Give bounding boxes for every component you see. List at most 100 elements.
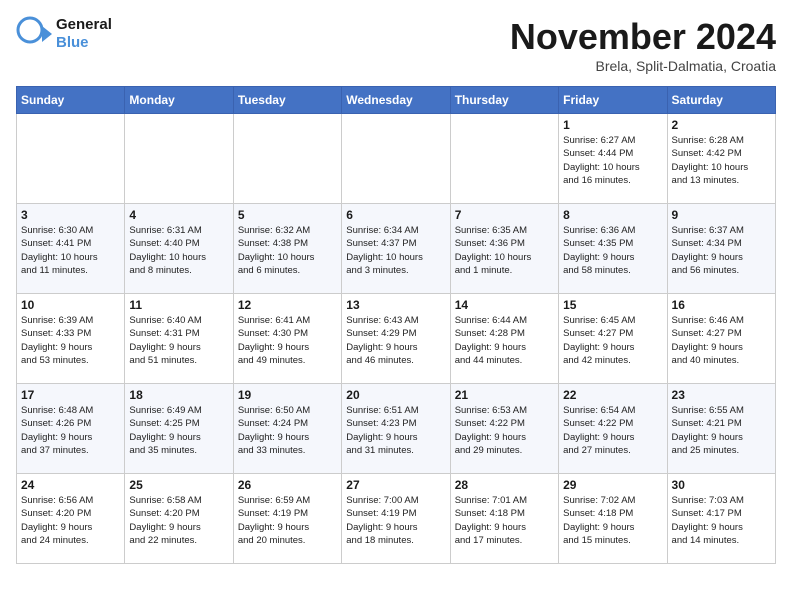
logo-graphic — [16, 16, 52, 52]
day-info: Sunrise: 6:27 AM Sunset: 4:44 PM Dayligh… — [563, 134, 662, 187]
calendar-cell: 12Sunrise: 6:41 AM Sunset: 4:30 PM Dayli… — [233, 294, 341, 384]
calendar-cell — [233, 114, 341, 204]
calendar-cell: 9 Sunrise: 6:37 AM Sunset: 4:34 PM Daylig… — [667, 204, 775, 294]
column-header-monday: Monday — [125, 87, 233, 114]
day-info: Sunrise: 6:36 AM Sunset: 4:35 PM Dayligh… — [563, 224, 662, 277]
day-info: Sunrise: 6:41 AM Sunset: 4:30 PM Dayligh… — [238, 314, 337, 367]
calendar-cell: 26 Sunrise: 6:59 AM Sunset: 4:19 PM Dayli… — [233, 474, 341, 564]
calendar-cell: 11Sunrise: 6:40 AM Sunset: 4:31 PM Dayli… — [125, 294, 233, 384]
column-header-friday: Friday — [559, 87, 667, 114]
calendar-cell: 1Sunrise: 6:27 AM Sunset: 4:44 PM Daylig… — [559, 114, 667, 204]
day-info: Sunrise: 6:28 AM Sunset: 4:42 PM Dayligh… — [672, 134, 771, 187]
day-info: Sunrise: 6:49 AM Sunset: 4:25 PM Dayligh… — [129, 404, 228, 457]
day-number: 11 — [129, 298, 228, 312]
calendar-week-row: 1Sunrise: 6:27 AM Sunset: 4:44 PM Daylig… — [17, 114, 776, 204]
day-number: 17 — [21, 388, 120, 402]
day-number: 9 — [672, 208, 771, 222]
day-number: 30 — [672, 478, 771, 492]
day-info: Sunrise: 6:43 AM Sunset: 4:29 PM Dayligh… — [346, 314, 445, 367]
day-info: Sunrise: 6:50 AM Sunset: 4:24 PM Dayligh… — [238, 404, 337, 457]
calendar-cell: 23 Sunrise: 6:55 AM Sunset: 4:21 PM Dayli… — [667, 384, 775, 474]
calendar-week-row: 24Sunrise: 6:56 AM Sunset: 4:20 PM Dayli… — [17, 474, 776, 564]
day-info: Sunrise: 6:46 AM Sunset: 4:27 PM Dayligh… — [672, 314, 771, 367]
month-title: November 2024 — [510, 16, 776, 58]
calendar-cell: 7 Sunrise: 6:35 AM Sunset: 4:36 PM Daylig… — [450, 204, 558, 294]
day-number: 22 — [563, 388, 662, 402]
logo-text-blue: Blue — [56, 34, 112, 52]
day-number: 10 — [21, 298, 120, 312]
day-info: Sunrise: 6:39 AM Sunset: 4:33 PM Dayligh… — [21, 314, 120, 367]
logo: General Blue — [16, 16, 112, 52]
calendar-cell: 13 Sunrise: 6:43 AM Sunset: 4:29 PM Dayli… — [342, 294, 450, 384]
day-number: 20 — [346, 388, 445, 402]
day-number: 16 — [672, 298, 771, 312]
day-info: Sunrise: 6:32 AM Sunset: 4:38 PM Dayligh… — [238, 224, 337, 277]
day-number: 25 — [129, 478, 228, 492]
location-subtitle: Brela, Split-Dalmatia, Croatia — [510, 58, 776, 74]
column-header-saturday: Saturday — [667, 87, 775, 114]
column-header-wednesday: Wednesday — [342, 87, 450, 114]
day-info: Sunrise: 6:55 AM Sunset: 4:21 PM Dayligh… — [672, 404, 771, 457]
day-number: 27 — [346, 478, 445, 492]
calendar-cell: 14Sunrise: 6:44 AM Sunset: 4:28 PM Dayli… — [450, 294, 558, 384]
day-info: Sunrise: 7:00 AM Sunset: 4:19 PM Dayligh… — [346, 494, 445, 547]
day-info: Sunrise: 6:45 AM Sunset: 4:27 PM Dayligh… — [563, 314, 662, 367]
calendar-cell: 25Sunrise: 6:58 AM Sunset: 4:20 PM Dayli… — [125, 474, 233, 564]
logo-text-general: General — [56, 16, 112, 34]
calendar-week-row: 17 Sunrise: 6:48 AM Sunset: 4:26 PM Dayli… — [17, 384, 776, 474]
day-number: 8 — [563, 208, 662, 222]
column-header-tuesday: Tuesday — [233, 87, 341, 114]
day-info: Sunrise: 6:56 AM Sunset: 4:20 PM Dayligh… — [21, 494, 120, 547]
day-number: 18 — [129, 388, 228, 402]
day-info: Sunrise: 6:59 AM Sunset: 4:19 PM Dayligh… — [238, 494, 337, 547]
calendar-cell: 21 Sunrise: 6:53 AM Sunset: 4:22 PM Dayli… — [450, 384, 558, 474]
day-number: 4 — [129, 208, 228, 222]
calendar-cell: 3 Sunrise: 6:30 AM Sunset: 4:41 PM Daylig… — [17, 204, 125, 294]
calendar-cell: 18 Sunrise: 6:49 AM Sunset: 4:25 PM Dayli… — [125, 384, 233, 474]
calendar-cell — [342, 114, 450, 204]
calendar-header-row: SundayMondayTuesdayWednesdayThursdayFrid… — [17, 87, 776, 114]
calendar-cell: 8 Sunrise: 6:36 AM Sunset: 4:35 PM Daylig… — [559, 204, 667, 294]
calendar-cell — [17, 114, 125, 204]
calendar-week-row: 10 Sunrise: 6:39 AM Sunset: 4:33 PM Dayli… — [17, 294, 776, 384]
day-number: 3 — [21, 208, 120, 222]
day-number: 23 — [672, 388, 771, 402]
calendar-cell: 15 Sunrise: 6:45 AM Sunset: 4:27 PM Dayli… — [559, 294, 667, 384]
day-info: Sunrise: 6:51 AM Sunset: 4:23 PM Dayligh… — [346, 404, 445, 457]
calendar-cell: 20 Sunrise: 6:51 AM Sunset: 4:23 PM Dayli… — [342, 384, 450, 474]
logo-container: General Blue — [16, 16, 112, 52]
day-info: Sunrise: 7:01 AM Sunset: 4:18 PM Dayligh… — [455, 494, 554, 547]
calendar-cell: 5Sunrise: 6:32 AM Sunset: 4:38 PM Daylig… — [233, 204, 341, 294]
calendar-cell: 22 Sunrise: 6:54 AM Sunset: 4:22 PM Dayli… — [559, 384, 667, 474]
day-info: Sunrise: 6:30 AM Sunset: 4:41 PM Dayligh… — [21, 224, 120, 277]
calendar-cell: 28 Sunrise: 7:01 AM Sunset: 4:18 PM Dayli… — [450, 474, 558, 564]
day-info: Sunrise: 6:53 AM Sunset: 4:22 PM Dayligh… — [455, 404, 554, 457]
calendar-cell: 6Sunrise: 6:34 AM Sunset: 4:37 PM Daylig… — [342, 204, 450, 294]
calendar-week-row: 3 Sunrise: 6:30 AM Sunset: 4:41 PM Daylig… — [17, 204, 776, 294]
page-header: General Blue November 2024 Brela, Split-… — [16, 16, 776, 74]
calendar-cell: 16 Sunrise: 6:46 AM Sunset: 4:27 PM Dayli… — [667, 294, 775, 384]
day-info: Sunrise: 6:37 AM Sunset: 4:34 PM Dayligh… — [672, 224, 771, 277]
day-number: 29 — [563, 478, 662, 492]
day-number: 13 — [346, 298, 445, 312]
calendar-cell: 10 Sunrise: 6:39 AM Sunset: 4:33 PM Dayli… — [17, 294, 125, 384]
calendar-cell — [125, 114, 233, 204]
day-number: 21 — [455, 388, 554, 402]
day-info: Sunrise: 6:31 AM Sunset: 4:40 PM Dayligh… — [129, 224, 228, 277]
day-info: Sunrise: 6:48 AM Sunset: 4:26 PM Dayligh… — [21, 404, 120, 457]
calendar-cell: 24Sunrise: 6:56 AM Sunset: 4:20 PM Dayli… — [17, 474, 125, 564]
day-info: Sunrise: 6:34 AM Sunset: 4:37 PM Dayligh… — [346, 224, 445, 277]
day-info: Sunrise: 6:35 AM Sunset: 4:36 PM Dayligh… — [455, 224, 554, 277]
day-info: Sunrise: 6:44 AM Sunset: 4:28 PM Dayligh… — [455, 314, 554, 367]
day-number: 15 — [563, 298, 662, 312]
day-number: 26 — [238, 478, 337, 492]
day-info: Sunrise: 6:54 AM Sunset: 4:22 PM Dayligh… — [563, 404, 662, 457]
calendar-cell — [450, 114, 558, 204]
calendar-cell: 2Sunrise: 6:28 AM Sunset: 4:42 PM Daylig… — [667, 114, 775, 204]
day-number: 19 — [238, 388, 337, 402]
day-info: Sunrise: 7:02 AM Sunset: 4:18 PM Dayligh… — [563, 494, 662, 547]
day-number: 7 — [455, 208, 554, 222]
day-number: 28 — [455, 478, 554, 492]
column-header-sunday: Sunday — [17, 87, 125, 114]
calendar-cell: 17 Sunrise: 6:48 AM Sunset: 4:26 PM Dayli… — [17, 384, 125, 474]
